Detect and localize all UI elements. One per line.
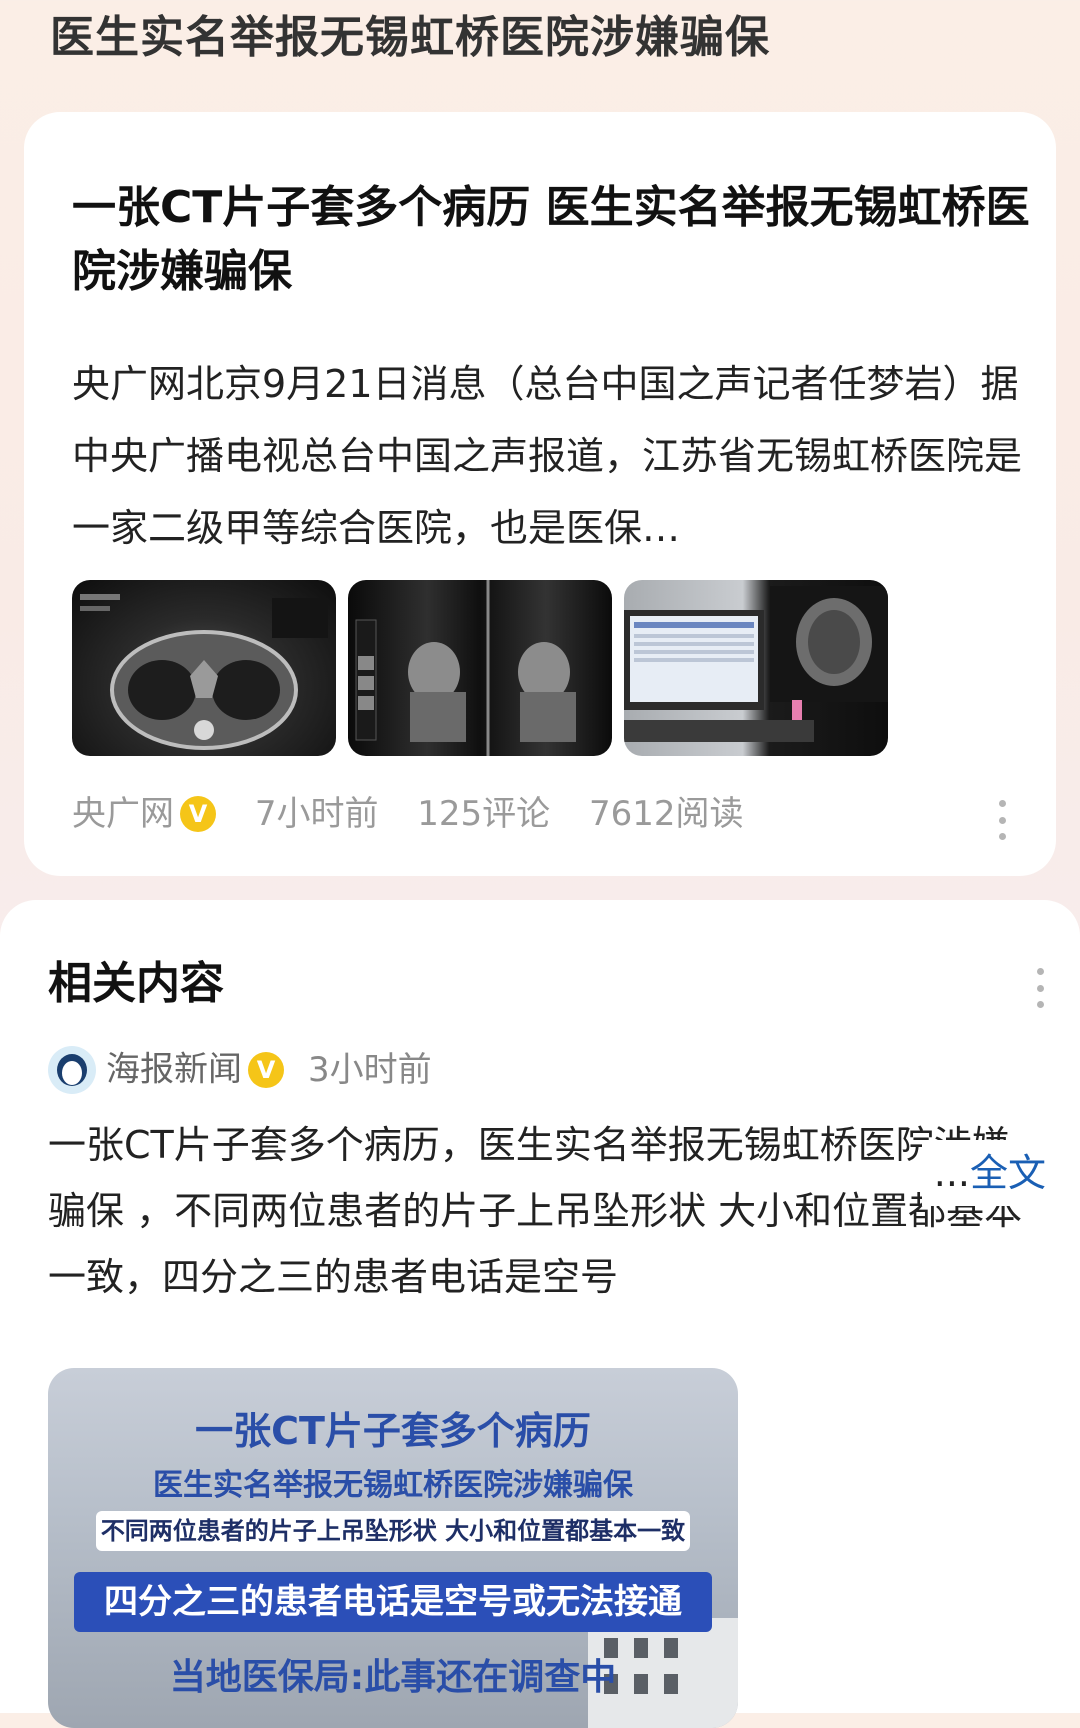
video-caption-line: 四分之三的患者电话是空号或无法接通	[74, 1572, 712, 1632]
related-section: 相关内容 海报新闻 V 3小时前 一张CT片子套多个病历，医生实名举报无锡虹桥医院涉…	[0, 900, 1080, 1728]
article-meta: 央广网 V 7小时前 125评论 7612阅读	[72, 782, 1008, 842]
ellipsis: ...	[933, 1151, 970, 1195]
related-heading: 相关内容	[48, 958, 224, 1009]
article-time: 7小时前	[254, 793, 379, 834]
related-more-options-icon[interactable]	[1034, 968, 1046, 1008]
related-text[interactable]: 一张CT片子套多个病历，医生实名举报无锡虹桥医院涉嫌骗保 ，不同两位患者的片子上…	[48, 1112, 1038, 1342]
article-source[interactable]: 央广网	[72, 784, 174, 844]
ct-scan-image[interactable]	[72, 580, 336, 756]
video-thumbnail[interactable]: 一张CT片子套多个病历 医生实名举报无锡虹桥医院涉嫌骗保 不同两位患者的片子上吊…	[48, 1368, 738, 1728]
computer-monitor-image[interactable]	[624, 580, 888, 756]
related-body-text: 一张CT片子套多个病历，医生实名举报无锡虹桥医院涉嫌骗保 ，不同两位患者的片子上…	[48, 1123, 1023, 1299]
full-text-link[interactable]: 全文	[970, 1151, 1046, 1195]
article-reads: 7612阅读	[588, 793, 744, 834]
article-card[interactable]: 一张CT片子套多个病历 医生实名举报无锡虹桥医院涉嫌骗保 央广网北京9月21日消…	[24, 112, 1056, 876]
page-title: 医生实名举报无锡虹桥医院涉嫌骗保	[50, 12, 770, 63]
more-options-icon[interactable]	[996, 800, 1008, 840]
related-time: 3小时前	[308, 1049, 432, 1090]
xray-film-image[interactable]	[348, 580, 612, 756]
article-comments[interactable]: 125评论	[417, 784, 550, 844]
avatar	[48, 1045, 96, 1094]
video-caption-line: 一张CT片子套多个病历	[195, 1409, 591, 1453]
video-caption-line: 不同两位患者的片子上吊坠形状 大小和位置都基本一致	[96, 1511, 690, 1551]
related-source-row[interactable]: 海报新闻 V 3小时前	[48, 1040, 432, 1096]
verified-badge-icon: V	[180, 795, 216, 832]
related-source-name[interactable]: 海报新闻	[106, 1050, 242, 1090]
video-caption-line: 当地医保局:此事还在调查中	[169, 1657, 617, 1698]
article-title[interactable]: 一张CT片子套多个病历 医生实名举报无锡虹桥医院涉嫌骗保	[72, 176, 1042, 304]
verified-badge-icon: V	[248, 1051, 284, 1088]
article-summary[interactable]: 央广网北京9月21日消息（总台中国之声记者任梦岩）据中央广播电视总台中国之声报道…	[72, 348, 1032, 564]
expand-full-text[interactable]: ...全文	[921, 1140, 1046, 1206]
video-caption-line: 医生实名举报无锡虹桥医院涉嫌骗保	[153, 1468, 633, 1503]
